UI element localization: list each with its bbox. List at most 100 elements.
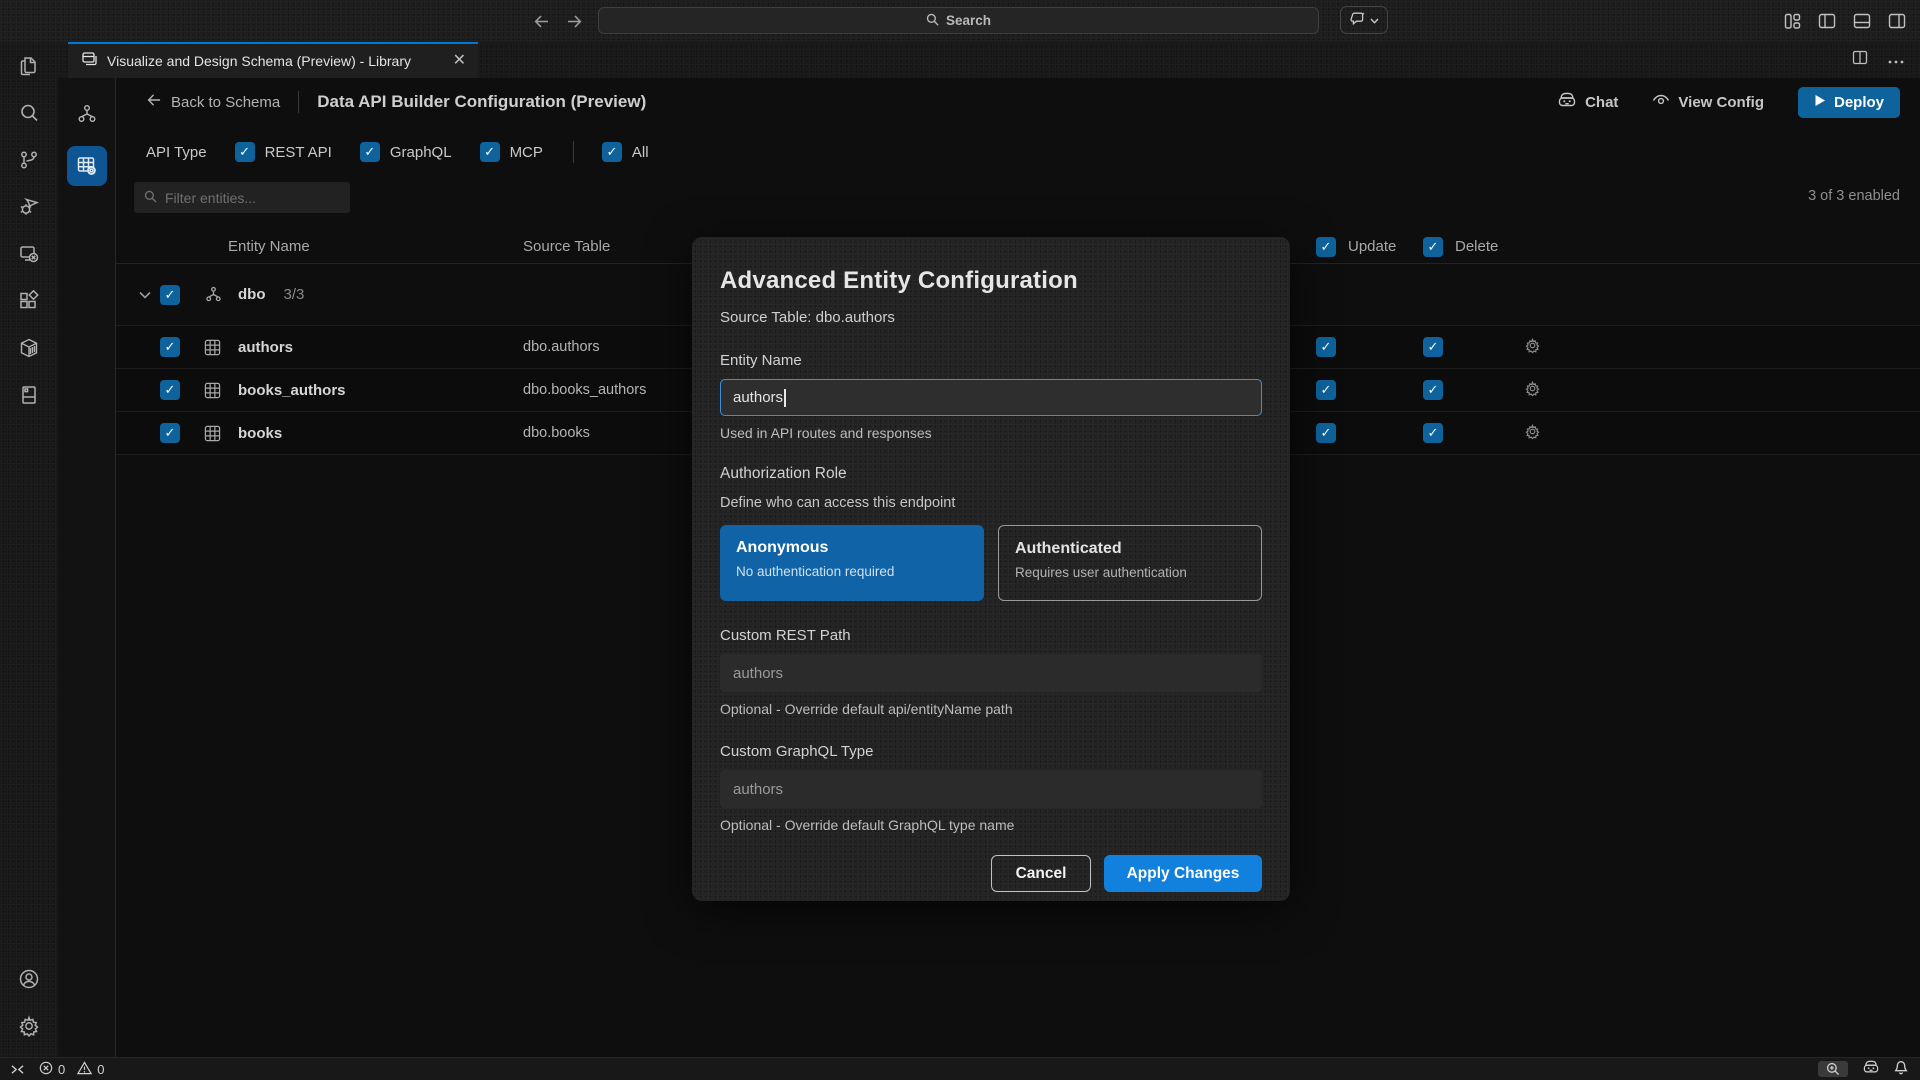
group-name: dbo [238,286,266,303]
source-control-icon[interactable] [0,136,58,183]
col-delete: Delete [1455,238,1498,255]
view-config-button[interactable]: View Config [1652,94,1764,111]
col-source-table: Source Table [523,238,610,255]
search-icon [926,13,939,29]
explorer-icon[interactable] [0,42,58,89]
chevron-down-icon [1370,11,1379,29]
more-actions-icon[interactable] [1888,51,1904,69]
row-update-checkbox[interactable]: ✓ [1316,423,1336,443]
table-configuration-button[interactable] [67,146,107,186]
containers-icon[interactable] [0,324,58,371]
filter-placeholder: Filter entities... [165,190,256,206]
mcp-checkbox[interactable]: ✓ [480,142,500,162]
history-forward-icon[interactable] [566,14,583,29]
status-bar: 0 0 [0,1057,1920,1080]
graphql-type-placeholder: authors [733,781,783,798]
table-grid-icon [204,339,238,356]
filter-mcp[interactable]: ✓ MCP [480,142,543,162]
custom-graphql-type-hint: Optional - Override default GraphQL type… [720,817,1262,833]
command-center-search[interactable]: Search [598,7,1319,34]
customize-layout-icon[interactable] [1784,13,1801,30]
split-editor-icon[interactable] [1852,50,1868,70]
remote-explorer-icon[interactable] [0,230,58,277]
copilot-chat-icon [1350,11,1366,30]
tab-title: Visualize and Design Schema (Preview) - … [107,53,411,69]
copilot-status-icon[interactable] [1862,1060,1880,1078]
history-back-icon[interactable] [533,14,550,29]
row-delete-checkbox[interactable]: ✓ [1423,337,1443,357]
table-grid-icon [204,382,238,399]
chat-button[interactable]: Chat [1557,92,1618,113]
group-checkbox[interactable]: ✓ [160,285,180,305]
row-settings-gear-icon[interactable] [1524,380,1541,401]
rest-api-checkbox[interactable]: ✓ [235,142,255,162]
api-type-label: API Type [146,144,207,161]
tab-visualize-design-schema[interactable]: Visualize and Design Schema (Preview) - … [68,42,478,78]
graphql-label: GraphQL [390,144,452,161]
cancel-button[interactable]: Cancel [991,855,1091,892]
copilot-chat-button[interactable] [1340,6,1388,34]
problems-indicator[interactable]: 0 0 [39,1061,104,1078]
warning-count: 0 [97,1062,104,1077]
entity-name-hint: Used in API routes and responses [720,425,1262,441]
advanced-entity-configuration-dialog: Advanced Entity Configuration Source Tab… [692,237,1290,901]
row-update-checkbox[interactable]: ✓ [1316,337,1336,357]
row-settings-gear-icon[interactable] [1524,423,1541,444]
source-table-value: dbo.books_authors [523,382,646,398]
role-card-anonymous[interactable]: Anonymous No authentication required [720,525,984,601]
custom-rest-path-input[interactable]: authors [720,654,1262,692]
rest-path-placeholder: authors [733,665,783,682]
filter-graphql[interactable]: ✓ GraphQL [360,142,452,162]
role-title: Authenticated [1015,540,1245,558]
row-delete-checkbox[interactable]: ✓ [1423,423,1443,443]
schema-designer-icon[interactable] [67,94,107,134]
group-expand-chevron-icon[interactable] [130,291,160,299]
database-projects-icon[interactable] [0,371,58,418]
row-delete-checkbox[interactable]: ✓ [1423,380,1443,400]
graphql-checkbox[interactable]: ✓ [360,142,380,162]
back-to-schema-link[interactable]: Back to Schema [146,93,280,111]
enabled-count-label: 3 of 3 enabled [1808,188,1900,204]
account-icon[interactable] [0,955,58,1002]
toggle-secondary-sidebar-icon[interactable] [1888,13,1906,29]
filter-rest-api[interactable]: ✓ REST API [235,142,332,162]
entity-name: books [238,425,282,442]
row-update-checkbox[interactable]: ✓ [1316,380,1336,400]
role-sub: No authentication required [736,564,968,579]
toggle-panel-icon[interactable] [1853,13,1871,29]
entity-name-input[interactable]: authors [720,379,1262,416]
all-checkbox[interactable]: ✓ [602,142,622,162]
toggle-primary-sidebar-icon[interactable] [1818,13,1836,29]
extensions-icon[interactable] [0,277,58,324]
search-view-icon[interactable] [0,89,58,136]
editor-tab-strip: Visualize and Design Schema (Preview) - … [58,42,1920,78]
view-config-label: View Config [1678,94,1764,111]
settings-gear-icon[interactable] [0,1002,58,1049]
row-settings-gear-icon[interactable] [1524,337,1541,358]
custom-graphql-type-label: Custom GraphQL Type [720,743,1262,760]
row-checkbox[interactable]: ✓ [160,380,180,400]
delete-all-checkbox[interactable]: ✓ [1423,237,1443,257]
group-count: 3/3 [284,286,305,303]
page-title: Data API Builder Configuration (Preview) [317,92,646,112]
authorization-role-label: Authorization Role [720,465,1262,483]
zoom-status-icon[interactable] [1818,1061,1848,1077]
run-debug-icon[interactable] [0,183,58,230]
deploy-button[interactable]: Deploy [1798,87,1900,118]
tab-close-icon[interactable]: ✕ [453,53,466,69]
row-checkbox[interactable]: ✓ [160,337,180,357]
apply-changes-button[interactable]: Apply Changes [1104,855,1262,892]
source-table-value: dbo.books [523,425,590,441]
custom-graphql-type-input[interactable]: authors [720,770,1262,808]
all-label: All [632,144,649,161]
bell-icon[interactable] [1894,1060,1908,1078]
filter-search-icon [144,190,157,206]
row-checkbox[interactable]: ✓ [160,423,180,443]
filter-entities-input[interactable]: Filter entities... [134,182,350,213]
entity-name-value: authors [733,389,783,406]
custom-rest-path-hint: Optional - Override default api/entityNa… [720,701,1262,717]
filter-all[interactable]: ✓ All [602,142,649,162]
remote-indicator-icon[interactable] [10,1063,25,1076]
update-all-checkbox[interactable]: ✓ [1316,237,1336,257]
role-card-authenticated[interactable]: Authenticated Requires user authenticati… [998,525,1262,601]
